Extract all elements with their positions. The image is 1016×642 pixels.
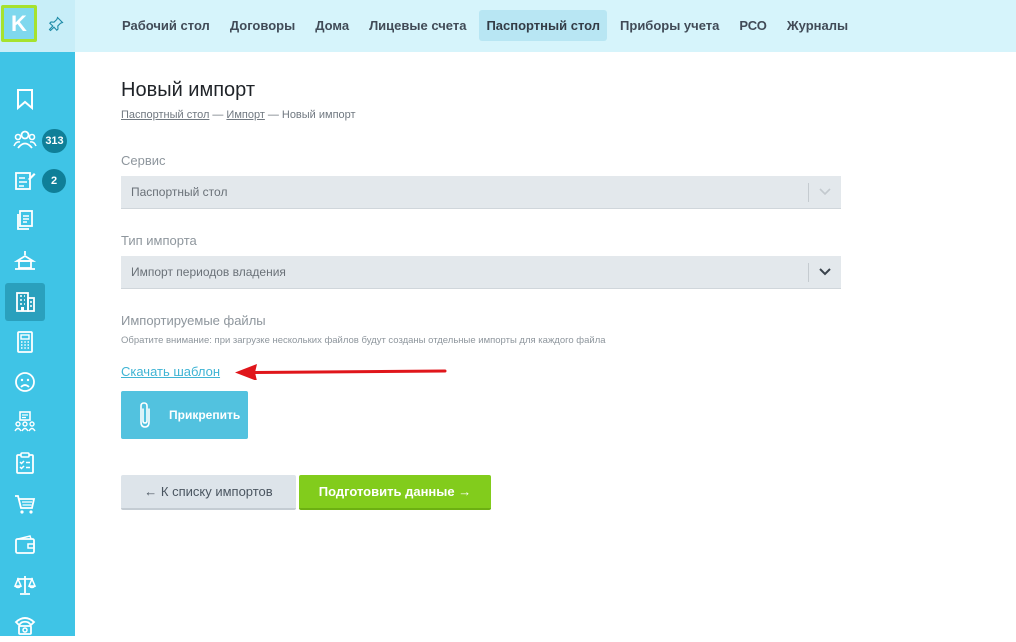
logo-letter: K bbox=[11, 10, 27, 36]
residents-icon[interactable] bbox=[8, 123, 42, 157]
files-note: Обратите внимание: при загрузке нескольк… bbox=[121, 335, 606, 346]
pin-icon[interactable] bbox=[48, 16, 64, 32]
breadcrumb-link-import[interactable]: Импорт bbox=[226, 109, 264, 121]
topnav-list: Рабочий стол Договоры Дома Лицевые счета… bbox=[115, 10, 861, 41]
checklist-icon[interactable] bbox=[8, 446, 42, 480]
tab-contracts[interactable]: Договоры bbox=[223, 10, 302, 41]
tab-desktop[interactable]: Рабочий стол bbox=[115, 10, 217, 41]
breadcrumb-link-passport-office[interactable]: Паспортный стол bbox=[121, 109, 209, 121]
import-type-label: Тип импорта bbox=[121, 233, 197, 248]
top-navigation: Рабочий стол Договоры Дома Лицевые счета… bbox=[75, 0, 1016, 52]
phone-icon[interactable] bbox=[8, 608, 42, 642]
house-icon[interactable] bbox=[8, 243, 42, 277]
breadcrumb-separator: — bbox=[212, 109, 224, 121]
breadcrumb: Паспортный стол — Импорт — Новый импорт bbox=[121, 109, 356, 121]
tab-houses[interactable]: Дома bbox=[308, 10, 356, 41]
tab-meters[interactable]: Приборы учета bbox=[613, 10, 726, 41]
back-to-imports-button[interactable]: ← К списку импортов bbox=[121, 475, 296, 510]
attach-button-label: Прикрепить bbox=[169, 408, 241, 422]
passport-office-icon[interactable] bbox=[5, 283, 45, 321]
sidebar: K 313 2 bbox=[0, 0, 75, 636]
breadcrumb-separator: — bbox=[267, 109, 279, 121]
complaint-icon[interactable] bbox=[8, 365, 42, 399]
tab-passport-office[interactable]: Паспортный стол bbox=[479, 10, 608, 41]
calculator-icon[interactable] bbox=[8, 325, 42, 359]
tasks-badge: 2 bbox=[42, 169, 66, 193]
import-type-select[interactable]: Импорт периодов владения bbox=[121, 256, 841, 289]
files-label: Импортируемые файлы bbox=[121, 313, 266, 328]
import-type-select-value: Импорт периодов владения bbox=[131, 265, 286, 279]
page-title: Новый импорт bbox=[121, 79, 256, 101]
cart-icon[interactable] bbox=[8, 487, 42, 521]
wallet-icon[interactable] bbox=[8, 528, 42, 562]
service-select[interactable]: Паспортный стол bbox=[121, 176, 841, 209]
app-logo[interactable]: K bbox=[1, 5, 37, 42]
scales-icon[interactable] bbox=[8, 568, 42, 602]
service-select-value: Паспортный стол bbox=[131, 185, 228, 199]
download-template-link[interactable]: Скачать шаблон bbox=[121, 364, 220, 379]
prepare-data-button[interactable]: Подготовить данные → bbox=[299, 475, 491, 510]
breadcrumb-current: Новый импорт bbox=[281, 109, 356, 121]
chevron-down-icon[interactable] bbox=[809, 176, 841, 209]
residents-badge: 313 bbox=[42, 129, 67, 153]
flag-icon[interactable] bbox=[8, 82, 42, 116]
attach-button[interactable]: Прикрепить bbox=[121, 391, 248, 439]
tab-journals[interactable]: Журналы bbox=[780, 10, 855, 41]
edit-document-icon[interactable] bbox=[8, 163, 42, 197]
tab-personal-accounts[interactable]: Лицевые счета bbox=[362, 10, 473, 41]
logo-area: K bbox=[0, 0, 75, 52]
documents-icon[interactable] bbox=[8, 203, 42, 237]
paperclip-icon bbox=[140, 402, 150, 428]
chevron-down-icon[interactable] bbox=[809, 256, 841, 289]
tab-rso[interactable]: РСО bbox=[732, 10, 774, 41]
service-label: Сервис bbox=[121, 153, 166, 168]
red-arrow-icon bbox=[235, 364, 447, 380]
staff-icon[interactable] bbox=[8, 405, 42, 439]
